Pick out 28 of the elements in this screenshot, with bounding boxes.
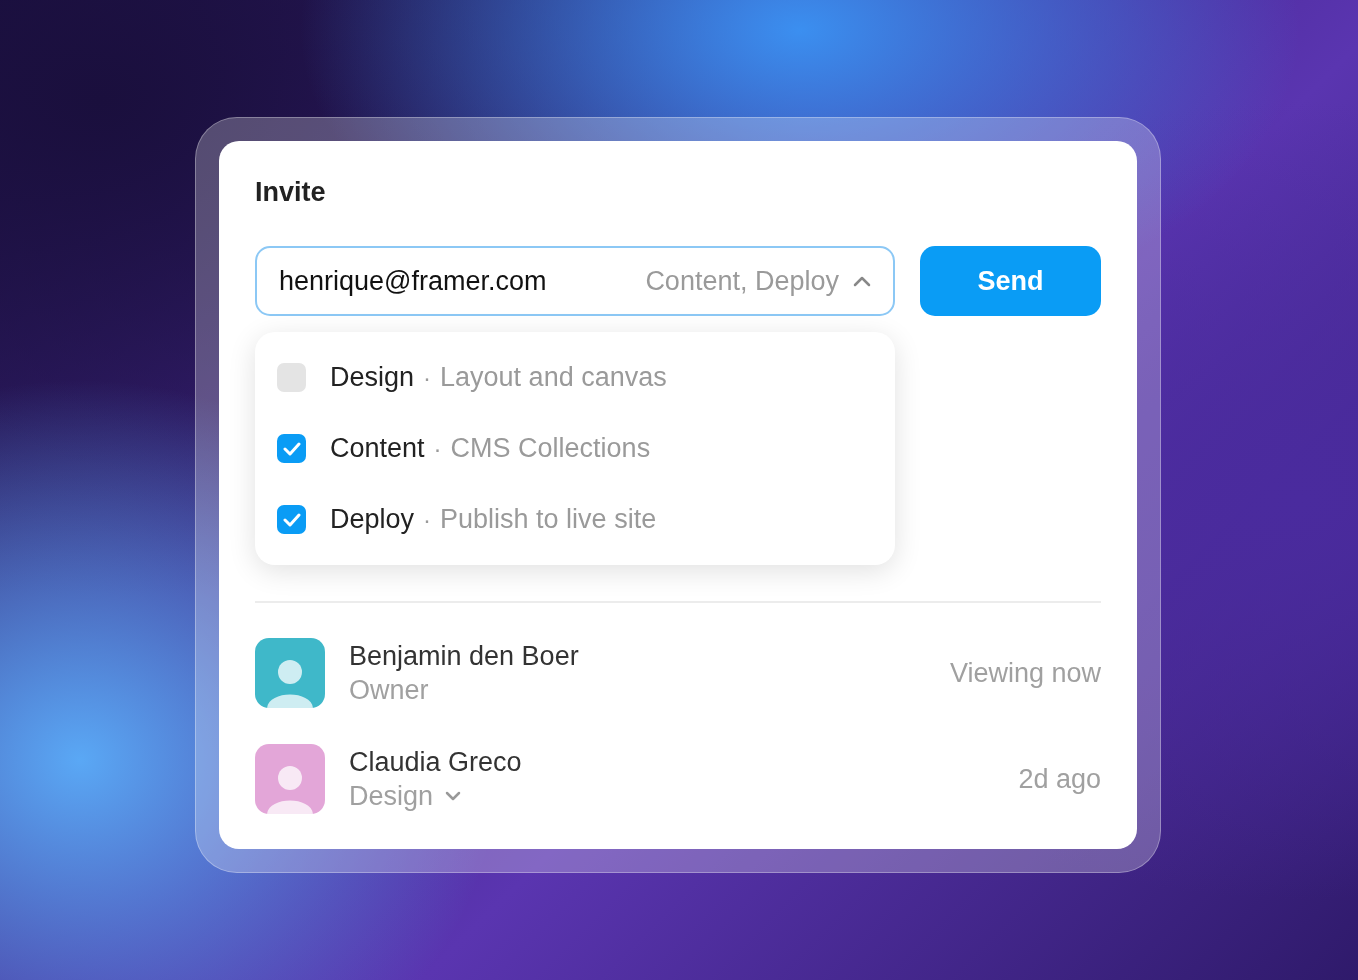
role-description: Layout and canvas [440, 361, 667, 395]
member-name: Claudia Greco [349, 746, 522, 779]
role-name: Deploy [330, 503, 415, 537]
checkmark-icon [282, 512, 301, 527]
email-input-field[interactable]: henrique@framer.com Content, Deploy [255, 246, 895, 316]
chevron-up-icon[interactable] [853, 275, 871, 287]
separator-dot: · [433, 433, 442, 464]
role-name: Design [330, 361, 415, 395]
role-description: CMS Collections [450, 432, 651, 466]
checkmark-icon [282, 441, 301, 456]
role-name: Content [330, 432, 425, 466]
separator-dot: · [423, 362, 432, 393]
activity-status: Viewing now [949, 656, 1101, 690]
member-role: Owner [349, 674, 429, 707]
member-name: Benjamin den Boer [349, 640, 579, 673]
checkbox[interactable] [277, 363, 306, 392]
avatar-photo-placeholder [255, 744, 325, 814]
activity-status: 2d ago [1018, 762, 1101, 796]
checkbox[interactable] [277, 505, 306, 534]
dialog-title: Invite [255, 177, 327, 207]
send-button[interactable]: Send [920, 246, 1101, 316]
checkbox[interactable] [277, 434, 306, 463]
role-dropdown[interactable]: Design [349, 779, 462, 813]
separator-dot: · [423, 504, 432, 535]
chevron-down-icon[interactable] [445, 791, 462, 801]
roles-summary[interactable]: Content, Deploy [645, 260, 839, 302]
avatar-photo-placeholder [255, 638, 325, 708]
role-description: Publish to live site [440, 503, 657, 537]
